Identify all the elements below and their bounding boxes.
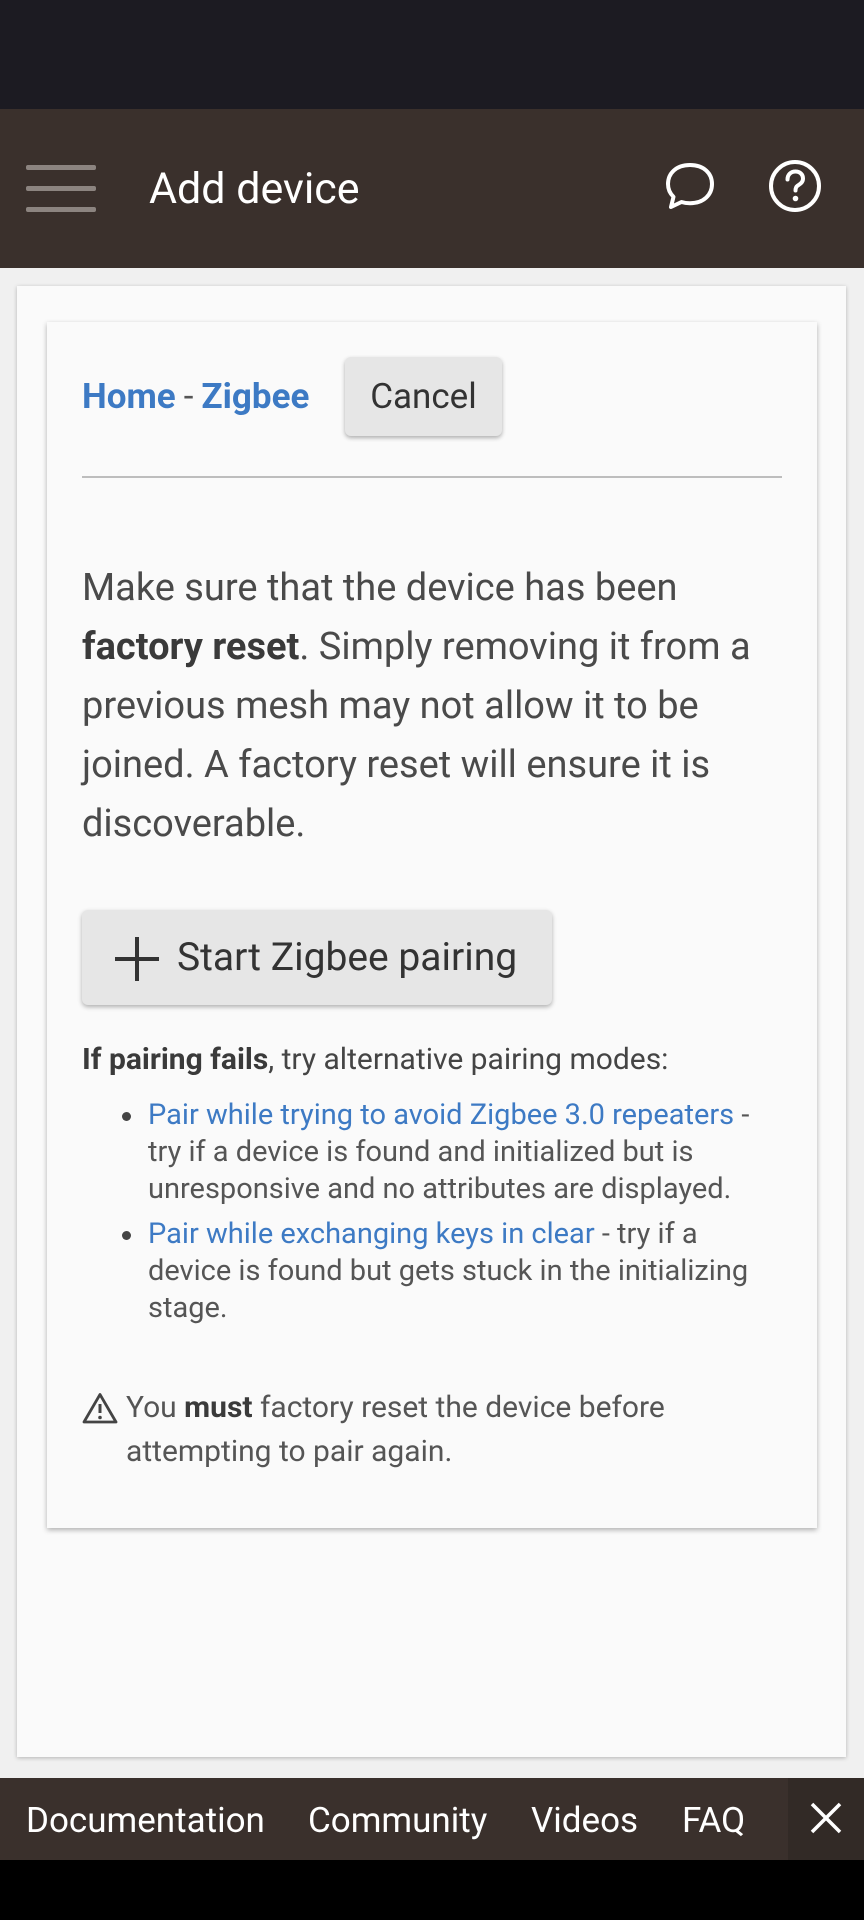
list-item: Pair while exchanging keys in clear - tr… — [82, 1216, 762, 1327]
pairing-fails-heading: If pairing fails, try alternative pairin… — [82, 1038, 668, 1082]
warning-icon — [82, 1393, 118, 1424]
factory-reset-instructions: Make sure that the device has been facto… — [82, 559, 782, 854]
videos-link[interactable]: Videos — [531, 1778, 638, 1864]
exchange-keys-in-clear-link[interactable]: Pair while exchanging keys in clear — [148, 1217, 595, 1251]
menu-icon[interactable] — [26, 165, 96, 213]
bullet — [122, 1231, 131, 1240]
breadcrumb-zigbee-link[interactable]: Zigbee — [201, 376, 309, 417]
avoid-zigbee3-repeaters-link[interactable]: Pair while trying to avoid Zigbee 3.0 re… — [148, 1098, 734, 1132]
start-zigbee-pairing-button[interactable]: Start Zigbee pairing — [82, 910, 552, 1005]
page-title: Add device — [149, 164, 360, 214]
close-icon — [810, 1802, 842, 1834]
breadcrumb-separator: - — [183, 376, 194, 417]
faq-link[interactable]: FAQ — [682, 1778, 745, 1864]
intro-text-start: Make sure that the device has been — [82, 566, 678, 610]
pairing-fails-text: , try alternative pairing modes: — [268, 1042, 669, 1077]
pairing-fails-bold: If pairing fails — [82, 1042, 269, 1077]
start-pairing-label: Start Zigbee pairing — [177, 934, 518, 980]
list-item: Pair while trying to avoid Zigbee 3.0 re… — [82, 1097, 762, 1208]
help-icon[interactable] — [765, 156, 825, 216]
community-link[interactable]: Community — [308, 1778, 487, 1864]
intro-text-bold: factory reset — [82, 625, 300, 669]
warning-text-start: You — [126, 1390, 185, 1425]
documentation-link[interactable]: Documentation — [26, 1778, 265, 1864]
cancel-button[interactable]: Cancel — [345, 357, 502, 436]
alternative-pairing-list: Pair while trying to avoid Zigbee 3.0 re… — [82, 1097, 762, 1335]
breadcrumb-home-link[interactable]: Home — [82, 376, 176, 417]
system-navigation-bar — [0, 1860, 864, 1920]
breadcrumb: Home - Zigbee — [82, 372, 309, 422]
bullet — [122, 1112, 131, 1121]
warning-text-bold: must — [184, 1390, 253, 1425]
status-bar — [0, 0, 864, 109]
chat-icon[interactable] — [660, 156, 720, 216]
app-bar: Add device — [0, 109, 864, 268]
divider — [82, 476, 782, 478]
warning-message: You must factory reset the device before… — [82, 1386, 742, 1474]
footer-links-bar: Documentation Community Videos FAQ — [0, 1778, 864, 1860]
plus-icon — [115, 937, 159, 981]
close-footer-button[interactable] — [788, 1778, 864, 1860]
